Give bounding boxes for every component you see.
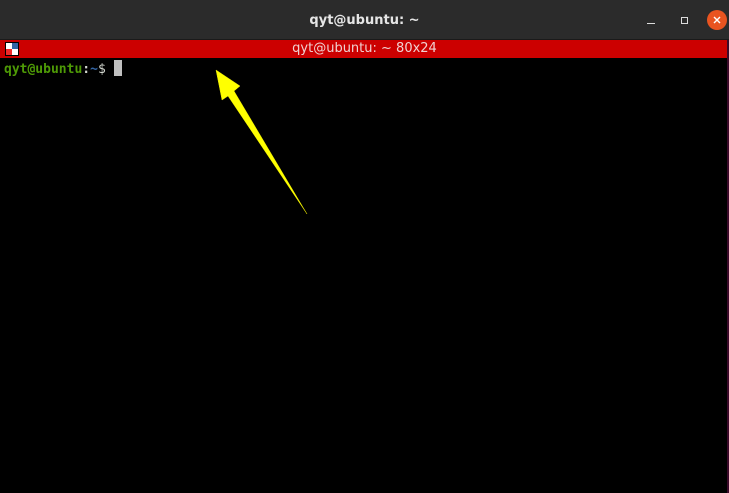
minimize-icon [647,22,655,24]
terminal-size-label: qyt@ubuntu: ~ 80x24 [292,41,437,56]
close-button[interactable] [707,10,727,30]
prompt-colon: : [82,62,91,77]
close-icon [707,10,727,30]
prompt-symbol: $ [97,62,106,77]
title-bar[interactable]: qyt@ubuntu: ~ [0,0,729,40]
text-cursor [113,60,122,76]
terminal-window: qyt@ubuntu: ~ qyt@ubuntu: ~ 80x24 qyt@ub… [0,0,729,493]
terminal-info-bar: qyt@ubuntu: ~ 80x24 [0,40,729,58]
terminal-screen[interactable]: qyt@ubuntu:~$ [0,58,729,493]
minimize-button[interactable] [641,10,661,30]
prompt-path: ~ [90,62,98,77]
maximize-button[interactable] [674,10,694,30]
prompt-line: qyt@ubuntu:~$ [4,60,122,77]
prompt-user-host: qyt@ubuntu [4,62,83,77]
window-title: qyt@ubuntu: ~ [309,13,420,28]
maximize-icon [680,16,688,24]
